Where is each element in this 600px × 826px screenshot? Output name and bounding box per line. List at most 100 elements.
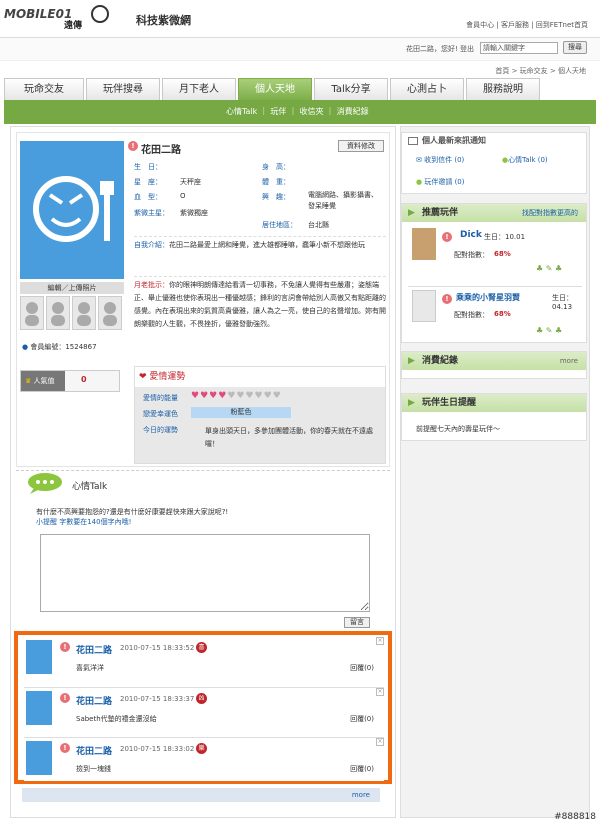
member-number: ● 會員編號：1524867 (22, 343, 97, 351)
partner-name[interactable]: Dick (460, 230, 482, 240)
info-icon: ! (60, 743, 70, 753)
member-center-link[interactable]: 會員中心 (466, 21, 494, 29)
arrow-icon: ▶ (408, 398, 415, 408)
field-label: 身 高： (262, 163, 290, 171)
profile-name: 花田二路 (141, 145, 181, 156)
consumption-more-link[interactable]: more (560, 352, 578, 370)
photo-thumb[interactable] (46, 296, 70, 330)
photo-thumb[interactable] (72, 296, 96, 330)
close-icon[interactable]: × (376, 688, 384, 696)
tab-matchmaker[interactable]: 月下老人 (162, 78, 236, 100)
field-label: 血 型： (134, 193, 162, 201)
heart-icon: ♥ (263, 391, 273, 401)
field-label: 體 重： (262, 178, 290, 186)
sub-nav: 心情Talk ｜ 玩伴 ｜ 收信夾 ｜ 消費紀錄 (4, 100, 596, 124)
talk-textarea[interactable] (40, 534, 370, 612)
post-author[interactable]: 花田二路 (76, 643, 112, 656)
recommend-box: ▶ 推薦玩伴 找配對指數更高的 ! Dick 生日：10.01 配對指數： 68% … (401, 203, 587, 343)
search-button[interactable]: 搜尋 (563, 41, 587, 54)
arrow-icon: ▶ (408, 356, 415, 366)
tab-partner-search[interactable]: 玩伴搜尋 (86, 78, 160, 100)
post-avatar[interactable] (26, 741, 52, 775)
partner-name[interactable]: 乘乘的小腎星羽賢 (456, 292, 520, 303)
field-label: 興 趣： (262, 193, 290, 201)
heart-icon: ❤ (139, 372, 147, 382)
heart-icon: ♥ (254, 391, 264, 401)
post-text: Sabeth代墊的禮金還沒給 (76, 715, 157, 723)
tab-personal-space[interactable]: 個人天地 (238, 78, 312, 100)
tab-talk-share[interactable]: Talk分享 (314, 78, 388, 100)
main-nav: 玩命交友 玩伴搜尋 月下老人 個人天地 Talk分享 心測占卜 服務說明 (4, 78, 596, 100)
talk-posts: ! 花田二路 2010-07-15 18:33:52 喜 喜氣洋洋 回覆(0) … (14, 631, 392, 784)
birthday-box: ▶ 玩伴生日提醒 前提醒七天內的壽星玩伴～ (401, 393, 587, 441)
edit-profile-button[interactable]: 資料修改 (338, 140, 384, 152)
notify-box: 個人最新來訊通知 ✉ 收到信件 (0) ●心情Talk (0) ● 玩伴邀請 (… (401, 132, 587, 194)
popularity-value: 0 (81, 375, 87, 384)
birthday-text: 前提醒七天內的壽星玩伴～ (416, 425, 500, 433)
svg-text:遠傳: 遠傳 (64, 19, 82, 30)
post-text: 喜氣洋洋 (76, 664, 104, 672)
lucky-color-label: 戀愛幸運色 (143, 410, 178, 418)
notify-talk-link[interactable]: ●心情Talk (0) (502, 155, 548, 165)
better-match-link[interactable]: 找配對指數更高的 (522, 204, 578, 222)
fetnet-home-link[interactable]: 回到FETnet首頁 (536, 21, 588, 29)
love-luck-title: ❤ 愛情運勢 (139, 372, 186, 382)
subnav-inbox[interactable]: 收信夾 (300, 107, 324, 116)
photo-thumb[interactable] (20, 296, 44, 330)
post-author[interactable]: 花田二路 (76, 744, 112, 757)
field-value: 台北縣 (308, 221, 329, 229)
post-avatar[interactable] (26, 691, 52, 725)
heart-icon: ♥ (191, 391, 201, 401)
tab-play-friends[interactable]: 玩命交友 (4, 78, 84, 100)
partner-birthday: 生日：10.01 (484, 233, 526, 241)
mood-badge: 樂 (196, 743, 207, 754)
subnav-mood-talk[interactable]: 心情Talk (226, 107, 257, 116)
notify-mail-link[interactable]: ✉ 收到信件 (0) (416, 155, 464, 165)
breadcrumb-friends[interactable]: 玩命交友 (520, 67, 548, 75)
breadcrumb-home[interactable]: 首頁 (495, 67, 509, 75)
recommend-header: ▶ 推薦玩伴 找配對指數更高的 (402, 204, 586, 222)
profile-fields: 生 日： 星 座： 天秤座 血 型： O 紫微主星： 紫微獨座 身 高： 體 重… (134, 160, 384, 229)
lucky-color-value: 粉藍色 (191, 407, 291, 418)
edit-photo-link[interactable]: 編輯／上傳照片 (20, 282, 124, 294)
post-avatar[interactable] (26, 640, 52, 674)
photo-thumb[interactable] (98, 296, 122, 330)
info-icon: ! (442, 232, 452, 242)
partner-actions-icons[interactable]: ♣ ✎ ♣ (536, 264, 562, 273)
more-posts-link[interactable]: more (22, 788, 380, 802)
field-value: 電腦網路、攝影攝書、發呆睡覺 (308, 191, 378, 210)
mood-badge: 凶 (196, 693, 207, 704)
love-energy-label: 愛情的能量 (143, 394, 178, 402)
notify-invite-link[interactable]: ● 玩伴邀請 (0) (416, 177, 464, 187)
tab-help[interactable]: 服務說明 (466, 78, 540, 100)
field-value: 紫微獨座 (180, 209, 208, 217)
talk-post: ! 花田二路 2010-07-15 18:33:37 凶 Sabeth代墊的禮金… (24, 687, 384, 731)
subnav-consumption[interactable]: 消費紀錄 (337, 107, 369, 116)
customer-service-link[interactable]: 客戶服務 (501, 21, 529, 29)
match-score-label: 配對指數： (454, 311, 489, 319)
match-score: 68% (494, 250, 511, 258)
profile-avatar (20, 141, 124, 279)
subnav-partners[interactable]: 玩伴 (270, 107, 286, 116)
breadcrumb: 首頁 > 玩命交友 > 個人天地 (495, 67, 586, 75)
post-reply-link[interactable]: 回覆(0) (350, 663, 374, 673)
watermark: #888818 (554, 812, 596, 822)
post-author[interactable]: 花田二路 (76, 694, 112, 707)
tab-fortune[interactable]: 心測占卜 (390, 78, 464, 100)
post-reply-link[interactable]: 回覆(0) (350, 764, 374, 774)
partner-photo[interactable] (412, 290, 436, 322)
welcome-text[interactable]: 花田二路，您好! 登出 (406, 44, 474, 54)
post-reply-link[interactable]: 回覆(0) (350, 714, 374, 724)
site-logo[interactable]: MOBILE01 遠傳 (4, 4, 124, 31)
partner-actions-icons[interactable]: ♣ ✎ ♣ (536, 326, 562, 335)
post-message-button[interactable]: 留言 (344, 617, 370, 628)
close-icon[interactable]: × (376, 637, 384, 645)
search-input[interactable] (480, 42, 558, 54)
close-icon[interactable]: × (376, 738, 384, 746)
partner-photo[interactable] (412, 228, 436, 260)
field-label: 生 日： (134, 163, 162, 171)
photo-thumbs (20, 296, 124, 330)
field-value: O (180, 192, 186, 200)
field-value: 天秤座 (180, 178, 201, 186)
talk-prompt: 有什麼不高興要抱怨的?還是有什麼好康要趕快來跟大家說呢?! (36, 508, 229, 516)
